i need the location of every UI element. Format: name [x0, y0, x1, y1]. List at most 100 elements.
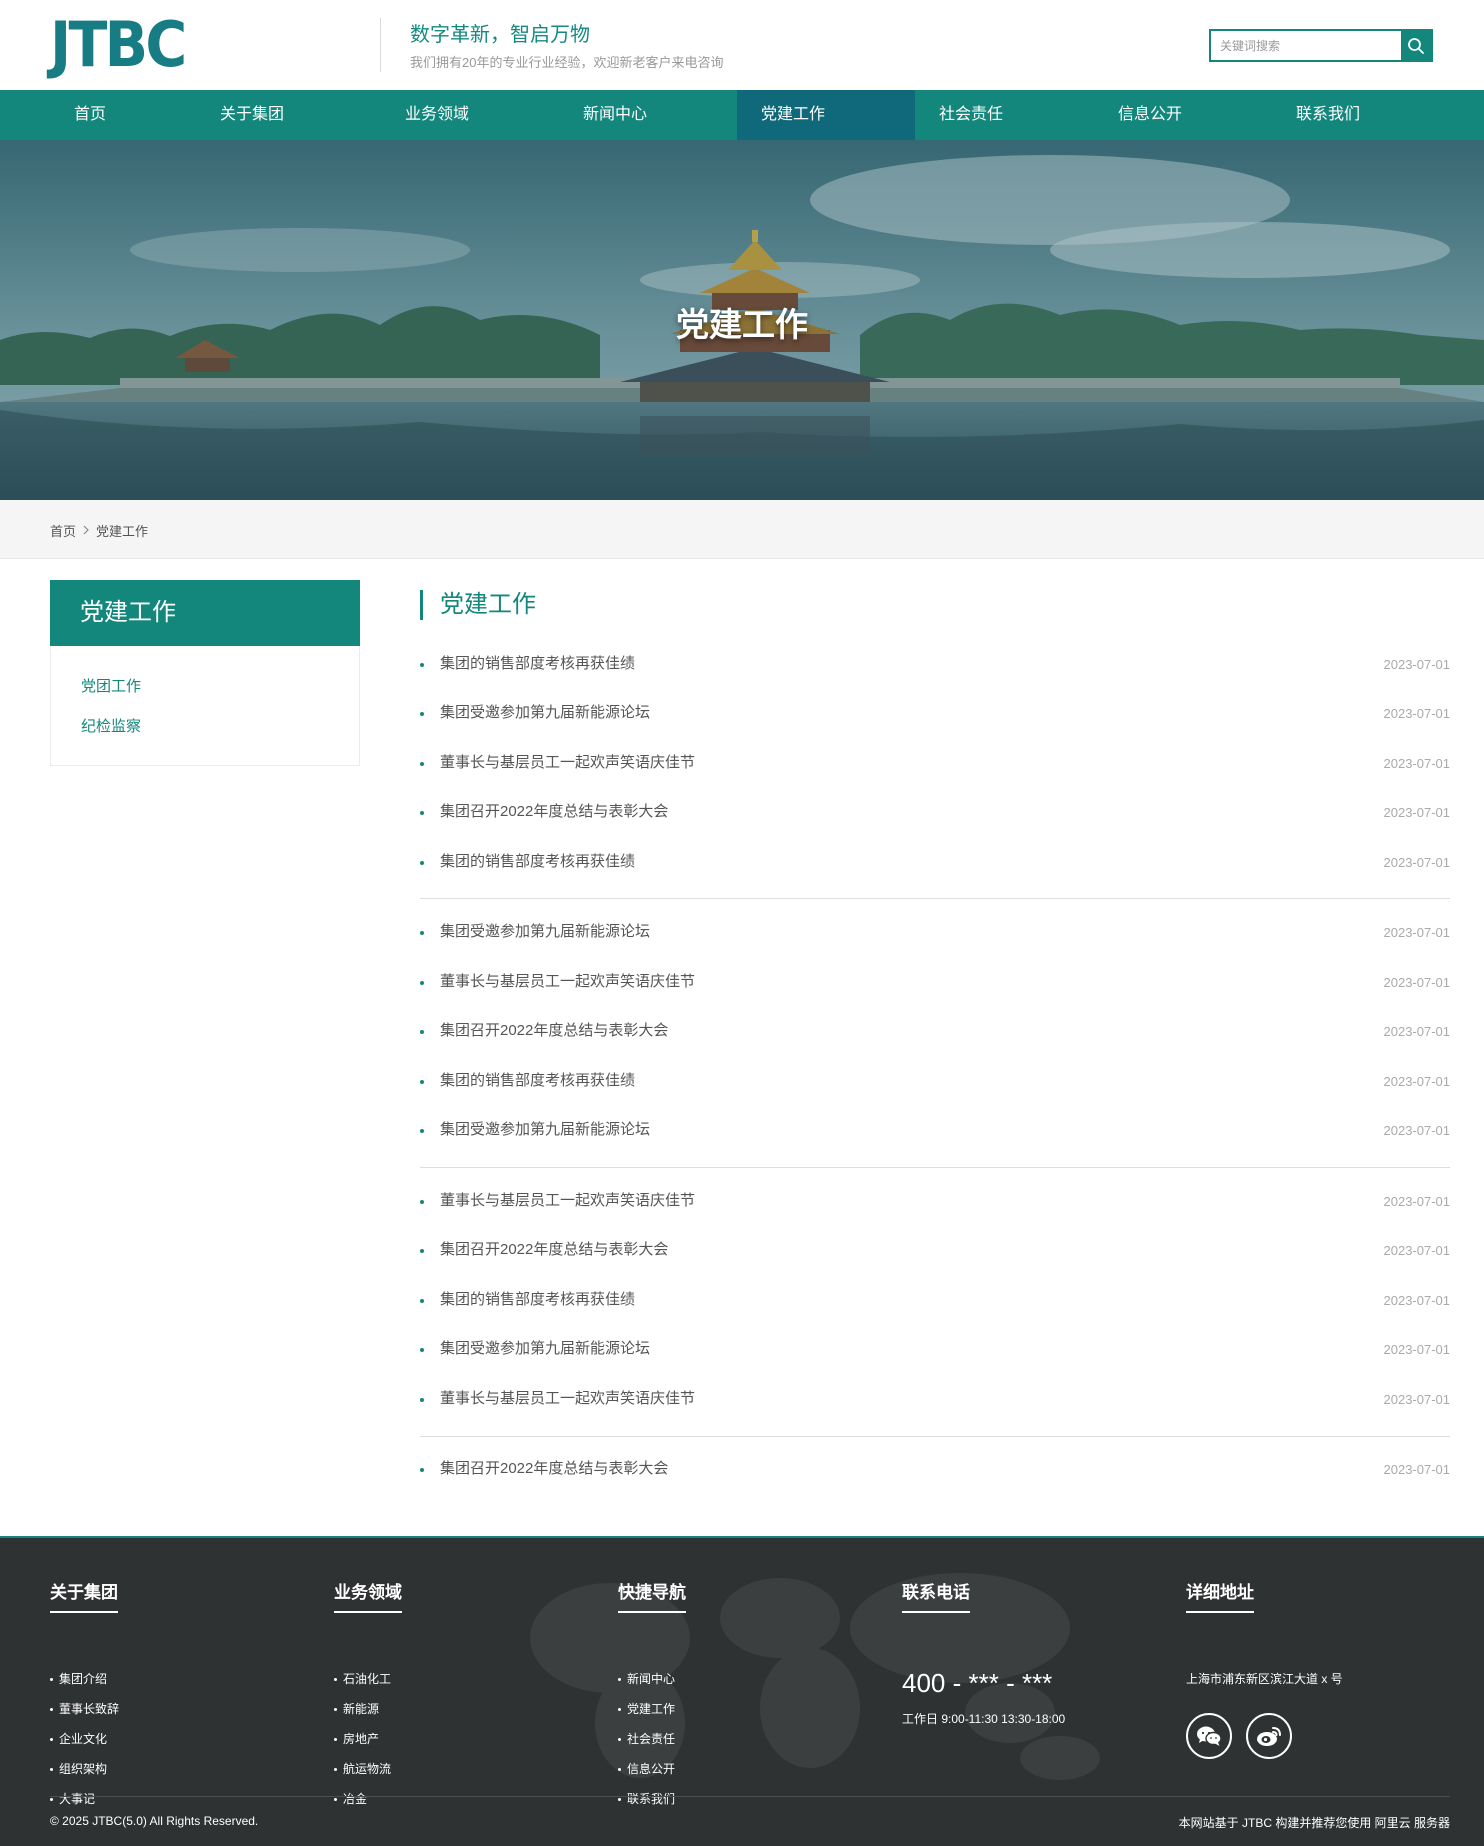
search-button[interactable] — [1401, 31, 1431, 60]
footer-link[interactable]: 董事长致辞 — [50, 1700, 119, 1717]
sidebar-item-discipline[interactable]: 纪检监察 — [81, 715, 141, 736]
bullet-icon — [420, 1468, 424, 1472]
news-title[interactable]: 董事长与基层员工一起欢声笑语庆佳节 — [440, 1189, 695, 1213]
nav-item-party[interactable]: 党建工作 — [737, 90, 915, 140]
search-icon — [1408, 37, 1424, 54]
news-title[interactable]: 集团受邀参加第九届新能源论坛 — [440, 920, 650, 944]
footer-link[interactable]: 航运物流 — [334, 1760, 391, 1777]
breadcrumb-home[interactable]: 首页 — [50, 521, 76, 540]
footer-link[interactable]: 石油化工 — [334, 1670, 391, 1687]
news-title[interactable]: 董事长与基层员工一起欢声笑语庆佳节 — [440, 970, 695, 994]
wechat-button[interactable] — [1186, 1713, 1232, 1759]
footer-link[interactable]: 信息公开 — [618, 1760, 675, 1777]
news-title[interactable]: 董事长与基层员工一起欢声笑语庆佳节 — [440, 1387, 695, 1411]
bullet-icon — [420, 1129, 424, 1133]
news-title[interactable]: 集团召开2022年度总结与表彰大会 — [440, 800, 668, 824]
footer-link[interactable]: 企业文化 — [50, 1730, 107, 1747]
news-item[interactable]: 董事长与基层员工一起欢声笑语庆佳节 2023-07-01 — [420, 1387, 1450, 1411]
news-title[interactable]: 集团的销售部度考核再获佳绩 — [440, 1069, 635, 1093]
news-date: 2023-07-01 — [1383, 1123, 1451, 1138]
news-item[interactable]: 集团的销售部度考核再获佳绩 2023-07-01 — [420, 850, 1450, 874]
footer-link[interactable]: 房地产 — [334, 1730, 379, 1747]
nav-item-news[interactable]: 新闻中心 — [583, 90, 647, 140]
footer-link[interactable]: 党建工作 — [618, 1700, 675, 1717]
news-date: 2023-07-01 — [1383, 805, 1451, 820]
footer-link[interactable]: 大事记 — [50, 1790, 95, 1807]
breadcrumb-bar: 首页 党建工作 — [0, 500, 1484, 559]
news-title[interactable]: 集团召开2022年度总结与表彰大会 — [440, 1457, 668, 1481]
news-title[interactable]: 集团的销售部度考核再获佳绩 — [440, 850, 635, 874]
search-box — [1209, 29, 1433, 62]
footer-link[interactable]: 新能源 — [334, 1700, 379, 1717]
nav-item-contact[interactable]: 联系我们 — [1296, 90, 1360, 140]
news-item[interactable]: 集团受邀参加第九届新能源论坛 2023-07-01 — [420, 1118, 1450, 1142]
news-date: 2023-07-01 — [1383, 1194, 1451, 1209]
news-item[interactable]: 集团召开2022年度总结与表彰大会 2023-07-01 — [420, 1019, 1450, 1043]
nav-item-business[interactable]: 业务领域 — [405, 90, 469, 140]
news-item[interactable]: 集团召开2022年度总结与表彰大会 2023-07-01 — [420, 1238, 1450, 1262]
footer-col-about: 关于集团 集团介绍 董事长致辞 企业文化 组织架构 大事记 — [50, 1578, 119, 1806]
news-date: 2023-07-01 — [1383, 1342, 1451, 1357]
search-input[interactable] — [1211, 31, 1397, 60]
footer-col-quick: 快捷导航 新闻中心 党建工作 社会责任 信息公开 联系我们 — [618, 1578, 686, 1806]
footer-link[interactable]: 新闻中心 — [618, 1670, 675, 1687]
bullet-icon — [420, 931, 424, 935]
site-footer: 关于集团 集团介绍 董事长致辞 企业文化 组织架构 大事记 业务领域 石油化工 … — [0, 1536, 1484, 1846]
news-item[interactable]: 集团召开2022年度总结与表彰大会 2023-07-01 — [420, 1457, 1450, 1481]
slogan: 数字革新，智启万物 — [410, 24, 590, 46]
sidebar-title: 党建工作 — [50, 580, 360, 646]
news-item[interactable]: 董事长与基层员工一起欢声笑语庆佳节 2023-07-01 — [420, 1189, 1450, 1213]
news-date: 2023-07-01 — [1383, 925, 1451, 940]
news-item[interactable]: 集团的销售部度考核再获佳绩 2023-07-01 — [420, 1069, 1450, 1093]
news-title[interactable]: 集团受邀参加第九届新能源论坛 — [440, 701, 650, 725]
news-item[interactable]: 集团的销售部度考核再获佳绩 2023-07-01 — [420, 1288, 1450, 1312]
chevron-right-icon — [82, 523, 90, 538]
footer-link[interactable]: 组织架构 — [50, 1760, 107, 1777]
footer-divider — [50, 1796, 1450, 1797]
weibo-icon — [1257, 1727, 1281, 1746]
wechat-icon — [1197, 1726, 1222, 1746]
bullet-icon — [420, 1398, 424, 1402]
site-logo[interactable]: JTBC — [50, 14, 187, 76]
footer-col-contact: 联系电话 400 - *** - *** 工作日 9:00-11:30 13:3… — [902, 1578, 1065, 1726]
news-title[interactable]: 集团的销售部度考核再获佳绩 — [440, 652, 635, 676]
news-date: 2023-07-01 — [1383, 855, 1451, 870]
nav-item-about[interactable]: 关于集团 — [220, 90, 284, 140]
news-item[interactable]: 集团召开2022年度总结与表彰大会 2023-07-01 — [420, 800, 1450, 824]
news-title[interactable]: 集团受邀参加第九届新能源论坛 — [440, 1337, 650, 1361]
address-text: 上海市浦东新区滨江大道 x 号 — [1186, 1672, 1343, 1686]
news-title[interactable]: 董事长与基层员工一起欢声笑语庆佳节 — [440, 751, 695, 775]
news-item[interactable]: 集团的销售部度考核再获佳绩 2023-07-01 — [420, 652, 1450, 676]
bullet-icon — [420, 762, 424, 766]
footer-link[interactable]: 联系我们 — [618, 1790, 675, 1807]
bullet-icon — [420, 1348, 424, 1352]
sidebar: 党建工作 党团工作 纪检监察 — [50, 580, 360, 766]
footer-link[interactable]: 社会责任 — [618, 1730, 675, 1747]
news-title[interactable]: 集团的销售部度考核再获佳绩 — [440, 1288, 635, 1312]
news-item[interactable]: 董事长与基层员工一起欢声笑语庆佳节 2023-07-01 — [420, 751, 1450, 775]
nav-item-disclosure[interactable]: 信息公开 — [1118, 90, 1182, 140]
nav-item-home[interactable]: 首页 — [74, 90, 106, 140]
contact-phone: 400 - *** - *** — [902, 1668, 1053, 1698]
sidebar-item-party-league[interactable]: 党团工作 — [81, 675, 141, 696]
news-title[interactable]: 集团召开2022年度总结与表彰大会 — [440, 1019, 668, 1043]
breadcrumb-current[interactable]: 党建工作 — [96, 521, 148, 540]
main-nav: 首页 关于集团 业务领域 新闻中心 党建工作 社会责任 信息公开 联系我们 — [0, 90, 1484, 140]
news-item[interactable]: 董事长与基层员工一起欢声笑语庆佳节 2023-07-01 — [420, 970, 1450, 994]
nav-item-responsibility[interactable]: 社会责任 — [939, 90, 1003, 140]
news-title[interactable]: 集团受邀参加第九届新能源论坛 — [440, 1118, 650, 1142]
weibo-button[interactable] — [1246, 1713, 1292, 1759]
news-item[interactable]: 集团受邀参加第九届新能源论坛 2023-07-01 — [420, 1337, 1450, 1361]
powered-by[interactable]: 本网站基于 JTBC 构建并推荐您使用 阿里云 服务器 — [1179, 1814, 1450, 1831]
bullet-icon — [420, 981, 424, 985]
news-item[interactable]: 集团受邀参加第九届新能源论坛 2023-07-01 — [420, 920, 1450, 944]
footer-title-business: 业务领域 — [334, 1578, 402, 1613]
footer-link[interactable]: 冶金 — [334, 1790, 367, 1807]
footer-title-address: 详细地址 — [1186, 1578, 1254, 1613]
news-title[interactable]: 集团召开2022年度总结与表彰大会 — [440, 1238, 668, 1262]
bullet-icon — [420, 1299, 424, 1303]
news-date: 2023-07-01 — [1383, 1024, 1451, 1039]
footer-link[interactable]: 集团介绍 — [50, 1670, 107, 1687]
news-item[interactable]: 集团受邀参加第九届新能源论坛 2023-07-01 — [420, 701, 1450, 725]
news-date: 2023-07-01 — [1383, 1074, 1451, 1089]
